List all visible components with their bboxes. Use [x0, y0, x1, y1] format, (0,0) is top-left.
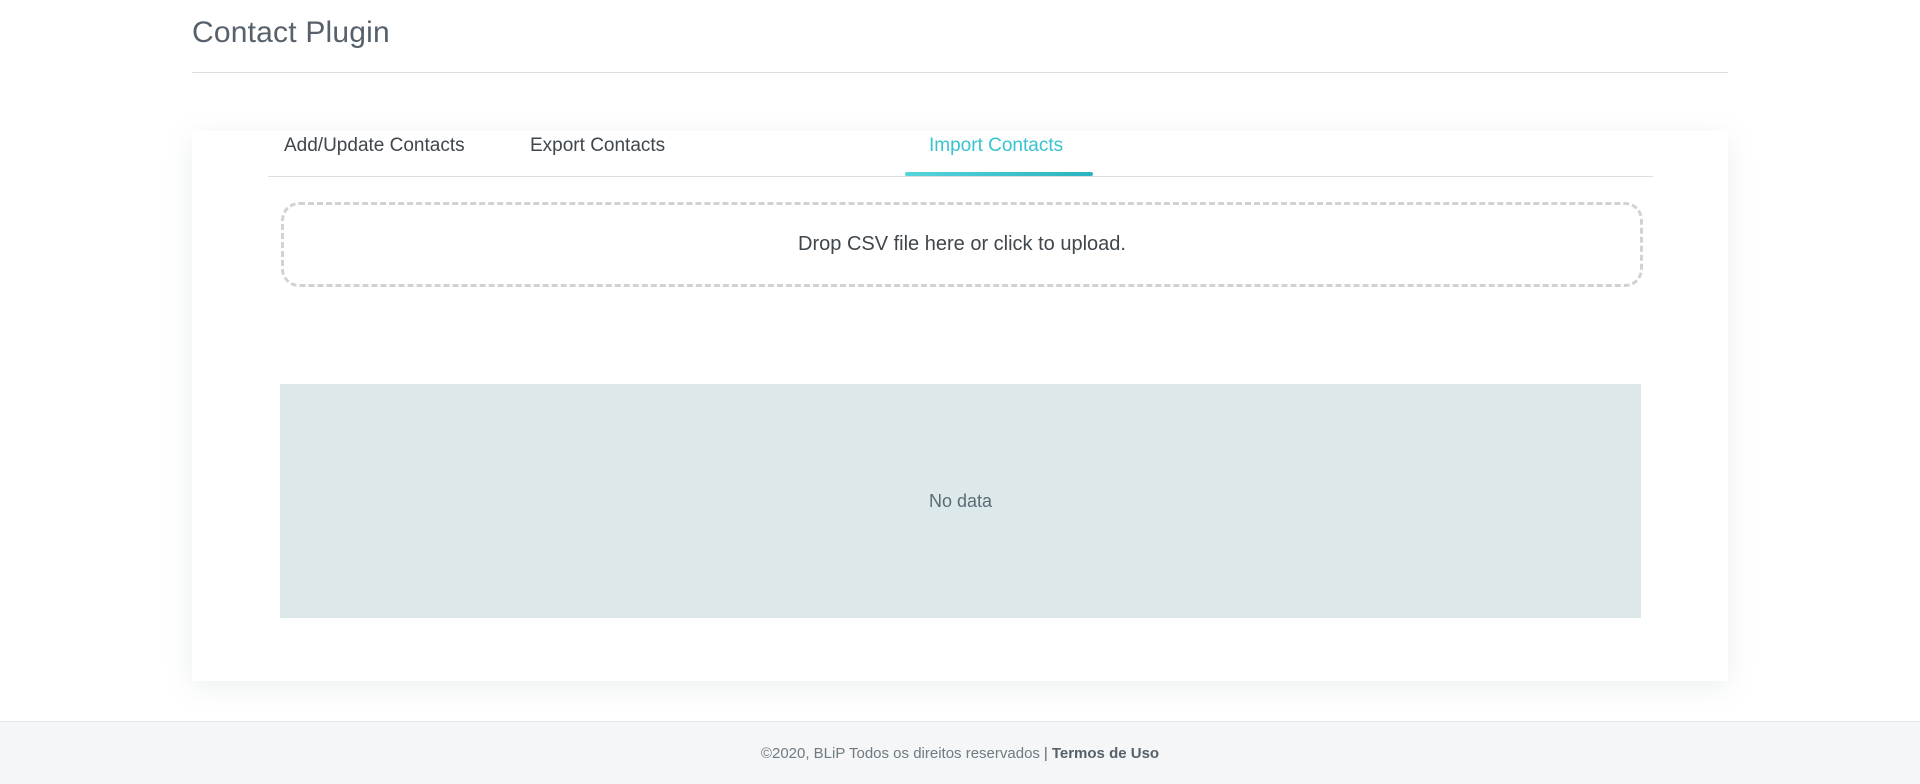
page-header: Contact Plugin: [192, 0, 1728, 73]
contacts-table-empty: No data: [280, 384, 1641, 618]
tab-import-contacts[interactable]: Import Contacts: [929, 131, 1063, 176]
terms-of-use-link[interactable]: Termos de Uso: [1052, 745, 1159, 762]
page-title: Contact Plugin: [192, 16, 390, 49]
csv-upload-dropzone[interactable]: Drop CSV file here or click to upload.: [281, 202, 1643, 287]
tab-add-update-contacts[interactable]: Add/Update Contacts: [284, 131, 465, 176]
dropzone-label: Drop CSV file here or click to upload.: [798, 233, 1126, 255]
no-data-text: No data: [928, 490, 993, 511]
footer-copyright: ©2020, BLiP Todos os direitos reservados: [760, 745, 1040, 762]
footer-separator: |: [1043, 745, 1048, 762]
plugin-card: Add/Update Contacts Export Contacts Impo…: [192, 131, 1728, 681]
page: Contact Plugin Add/Update Contacts Expor…: [0, 0, 1920, 784]
active-tab-indicator: [905, 172, 1093, 176]
tab-bar: Add/Update Contacts Export Contacts Impo…: [268, 131, 1653, 177]
footer: ©2020, BLiP Todos os direitos reservados…: [0, 721, 1920, 784]
tab-export-contacts[interactable]: Export Contacts: [530, 131, 665, 176]
